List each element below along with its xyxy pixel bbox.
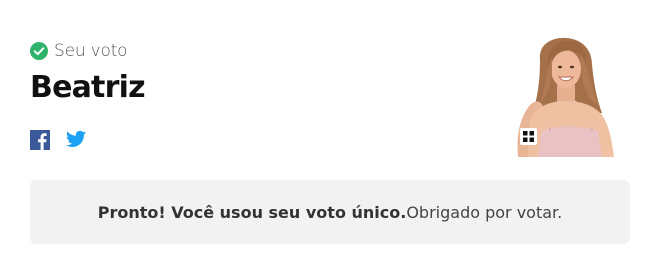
confirmation-message: Pronto! Você usou seu voto único. Obriga… (30, 180, 630, 244)
vote-status: Seu voto (30, 41, 128, 61)
vote-confirmation-card: Seu voto Beatriz Pronto! Você usou seu v… (0, 0, 663, 258)
vote-status-label: Seu voto (54, 41, 128, 61)
expand-icon (523, 131, 534, 142)
share-buttons (30, 130, 86, 150)
confirmation-message-thanks: Obrigado por votar. (406, 202, 563, 222)
twitter-share-button[interactable] (66, 130, 86, 150)
facebook-share-button[interactable] (30, 130, 50, 150)
expand-photo-button[interactable] (520, 128, 537, 145)
check-circle-icon (30, 42, 48, 60)
confirmation-message-strong: Pronto! Você usou seu voto único. (97, 202, 407, 222)
facebook-icon (30, 130, 50, 150)
twitter-icon (66, 130, 86, 147)
candidate-name: Beatriz (30, 70, 146, 105)
